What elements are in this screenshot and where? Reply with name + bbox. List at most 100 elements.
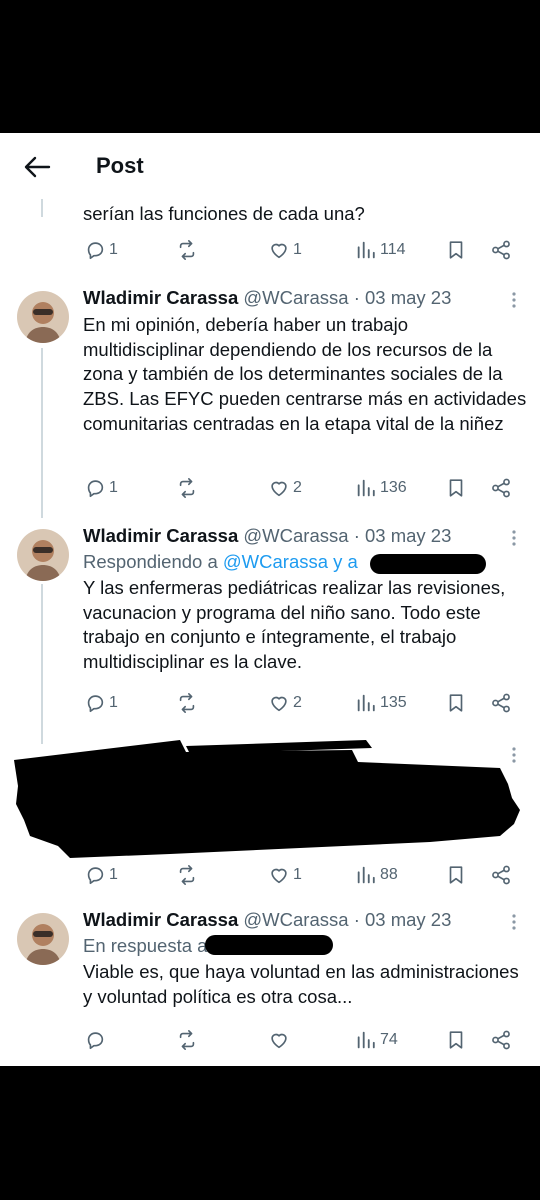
views-count: 136 [380,479,407,496]
post-actions: 1 1 88 [0,860,540,890]
more-options-icon[interactable] [507,291,521,309]
post-screen: Post serían las funciones de cada una? 1… [0,133,540,1066]
display-name[interactable]: Wladimir Carassa [83,909,238,930]
like-button[interactable]: 2 [268,692,302,714]
replying-to-label: Respondiendo a [83,551,223,572]
share-icon[interactable] [490,239,512,261]
username[interactable]: @WCarassa [243,909,348,930]
reply-button[interactable] [84,1029,109,1051]
repost-button[interactable] [176,864,201,886]
like-button[interactable]: 1 [268,239,302,261]
redaction-mark [14,740,520,858]
like-button[interactable]: 2 [268,477,302,499]
post-text: serían las funciones de cada una? [83,203,365,224]
views-count: 135 [380,694,407,711]
replying-to: Respondiendo a @WCarassa y a [83,551,358,573]
reply-button[interactable]: 1 [84,239,118,261]
reply-icon [87,695,104,713]
heart-icon [271,696,287,712]
separator: · [353,909,360,930]
avatar-image [17,913,69,965]
reply-button[interactable]: 1 [84,864,118,886]
bookmark-icon[interactable] [445,1029,467,1051]
post[interactable]: Wladimir Carassa @WCarassa · 03 may 23 E… [0,285,540,507]
heart-icon [271,481,287,497]
repost-button[interactable] [176,1029,201,1051]
bookmark-icon[interactable] [445,239,467,261]
heart-icon [271,868,287,884]
like-count: 2 [293,694,302,711]
repost-button[interactable] [176,477,201,499]
display-name[interactable]: Wladimir Carassa [83,287,238,308]
top-bar: Post [0,133,540,199]
views-count: 74 [380,1031,398,1048]
replying-to: En respuesta a [83,935,207,957]
post-text: Y las enfermeras pediátricas realizar la… [83,577,506,673]
views-button[interactable]: 88 [355,864,398,886]
views-button[interactable]: 74 [355,1029,398,1051]
avatar[interactable] [17,913,69,965]
redaction-mark [205,935,333,955]
like-count: 2 [293,479,302,496]
views-icon [357,694,375,712]
repost-icon [179,240,195,260]
post[interactable]: Wladimir Carassa @WCarassa · 03 may 23 R… [0,523,540,723]
reply-count: 1 [109,241,118,258]
display-name[interactable]: Wladimir Carassa [83,525,238,546]
views-count: 114 [380,241,406,258]
back-arrow-icon[interactable] [22,152,52,182]
repost-button[interactable] [176,239,201,261]
views-icon [357,866,375,884]
reply-icon [87,867,104,885]
reply-button[interactable]: 1 [84,477,118,499]
views-icon [357,241,375,259]
share-icon[interactable] [490,864,512,886]
views-button[interactable]: 135 [355,692,407,714]
repost-icon [179,865,195,885]
post-header: Wladimir Carassa @WCarassa · 03 may 23 [83,287,451,309]
bookmark-icon[interactable] [445,477,467,499]
post-text: Viable es, que haya voluntad en las admi… [83,961,519,1007]
reply-button[interactable]: 1 [84,692,118,714]
avatar[interactable] [17,291,69,343]
bookmark-icon[interactable] [445,692,467,714]
views-icon [357,1031,375,1049]
share-icon[interactable] [490,1029,512,1051]
username[interactable]: @WCarassa [243,525,348,546]
views-button[interactable]: 114 [355,239,406,261]
share-icon[interactable] [490,692,512,714]
replying-to-link[interactable]: @WCarassa y a [223,551,358,572]
reply-icon [87,242,104,260]
bookmark-icon[interactable] [445,864,467,886]
page-title: Post [96,153,144,178]
views-icon [357,479,375,497]
reply-count: 1 [109,479,118,496]
views-count: 88 [380,866,398,883]
post[interactable]: Wladimir Carassa @WCarassa · 03 may 23 E… [0,907,540,1066]
username[interactable]: @WCarassa [243,287,348,308]
heart-icon [271,243,287,259]
post-actions: 1 2 135 [0,688,540,718]
replying-to-label: En respuesta a [83,935,208,956]
share-icon[interactable] [490,477,512,499]
views-button[interactable]: 136 [355,477,407,499]
redaction-mark [370,554,486,574]
post-date[interactable]: 03 may 23 [365,287,451,308]
repost-button[interactable] [176,692,201,714]
reply-icon [87,1032,104,1050]
more-options-icon[interactable] [507,913,521,931]
avatar[interactable] [17,529,69,581]
post-date[interactable]: 03 may 23 [365,525,451,546]
post-text: En mi opinión, debería haber un trabajo … [83,314,527,434]
post-date[interactable]: 03 may 23 [365,909,451,930]
heart-icon [271,1033,287,1049]
like-button[interactable]: 1 [268,864,302,886]
more-options-icon[interactable] [507,529,521,547]
post-header: Wladimir Carassa @WCarassa · 03 may 23 [83,909,451,931]
post-actions: 74 [0,1025,540,1055]
like-count: 1 [293,866,302,883]
repost-icon [179,478,195,498]
like-button[interactable] [268,1029,293,1051]
post[interactable]: 1 1 88 [0,738,540,898]
reply-count: 1 [109,694,118,711]
